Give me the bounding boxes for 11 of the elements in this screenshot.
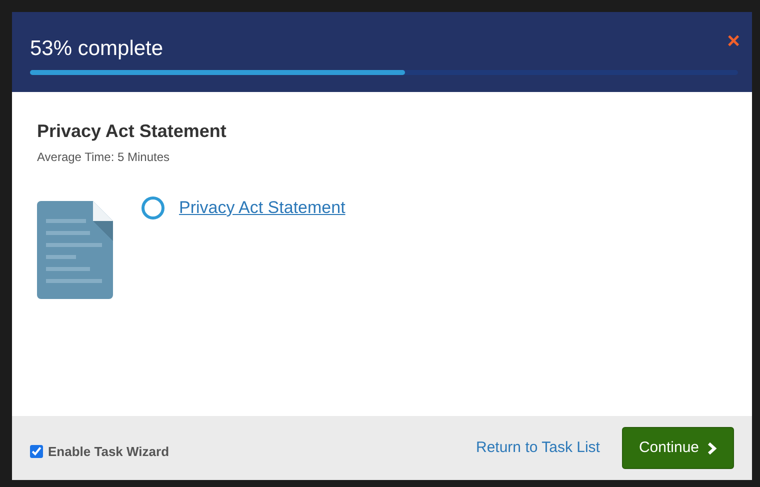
- task-link[interactable]: Privacy Act Statement: [179, 195, 346, 220]
- document-icon: [37, 201, 113, 299]
- section-title: Privacy Act Statement: [37, 120, 226, 142]
- continue-button[interactable]: Continue: [622, 427, 734, 469]
- wizard-label: Enable Task Wizard: [48, 443, 170, 461]
- close-button[interactable]: ×: [727, 30, 740, 52]
- return-link[interactable]: Return to Task List: [476, 436, 600, 460]
- wizard-checkbox[interactable]: [30, 445, 43, 458]
- average-time: Average Time: 5 Minutes: [37, 150, 170, 164]
- progress-title: 53% complete: [30, 36, 164, 62]
- chevron-icon: [707, 442, 717, 454]
